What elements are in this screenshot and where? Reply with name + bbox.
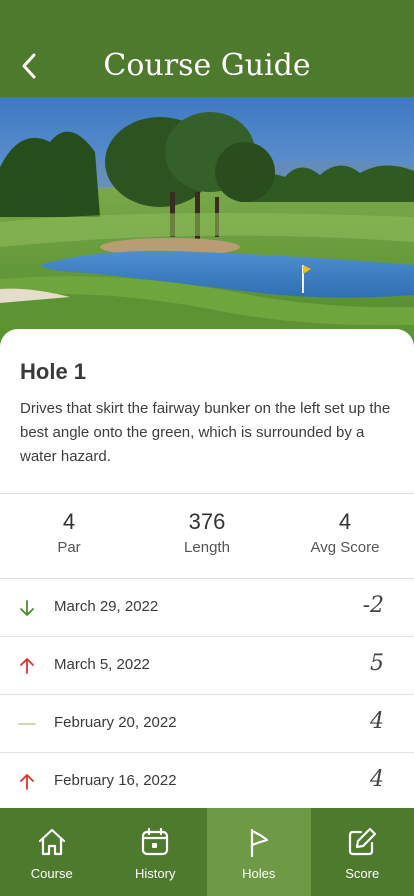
stat-avg-score: 4 Avg Score [276,509,414,556]
hole-description: Drives that skirt the fairway bunker on … [20,400,391,465]
stat-value: 4 [338,509,352,534]
arrow-up-icon [20,658,34,674]
history-row[interactable]: March 5, 2022 5 [0,637,414,695]
stat-value: 376 [188,509,226,534]
golf-course-image [0,97,414,347]
hole-title: Hole 1 [20,359,87,384]
dash-icon [18,723,36,725]
tab-history[interactable]: History [104,808,208,896]
history-date: February 16, 2022 [54,772,177,789]
tab-label: Holes [242,866,276,881]
home-icon [38,828,65,856]
flag-icon [250,828,268,858]
history-score: -2 [362,593,384,618]
history-row[interactable]: February 16, 2022 4 [0,753,414,811]
history-score: 4 [370,767,384,792]
stat-length: 376 Length [138,509,276,556]
history-row[interactable]: March 29, 2022 -2 [0,579,414,637]
history-score: 5 [370,651,384,676]
stat-value: 4 [62,509,76,534]
history-date: February 20, 2022 [54,714,177,731]
tab-label: Score [345,866,380,881]
tab-label: History [135,866,176,881]
hero-image [0,97,414,347]
history-date: March 5, 2022 [54,656,150,673]
tab-holes[interactable]: Holes [207,808,311,896]
header: Course Guide [0,0,414,97]
tab-bar: Course History Holes Score [0,808,414,896]
history-row[interactable]: February 20, 2022 4 [0,695,414,753]
edit-icon [349,827,377,856]
hole-card: Hole 1 Drives that skirt the fairway bun… [0,329,414,808]
tab-label: Course [30,866,73,881]
divider [0,493,414,494]
history-score: 4 [370,709,384,734]
calendar-icon [142,827,169,856]
arrow-down-icon [20,600,34,616]
arrow-up-icon [20,774,34,790]
tab-course[interactable]: Course [0,808,104,896]
history-date: March 29, 2022 [54,598,159,615]
stat-label: Length [184,539,230,556]
stat-par: 4 Par [0,509,138,556]
stat-label: Avg Score [310,539,380,556]
page-title: Course Guide [103,48,311,83]
tab-score[interactable]: Score [311,808,414,896]
stat-label: Par [57,539,81,556]
